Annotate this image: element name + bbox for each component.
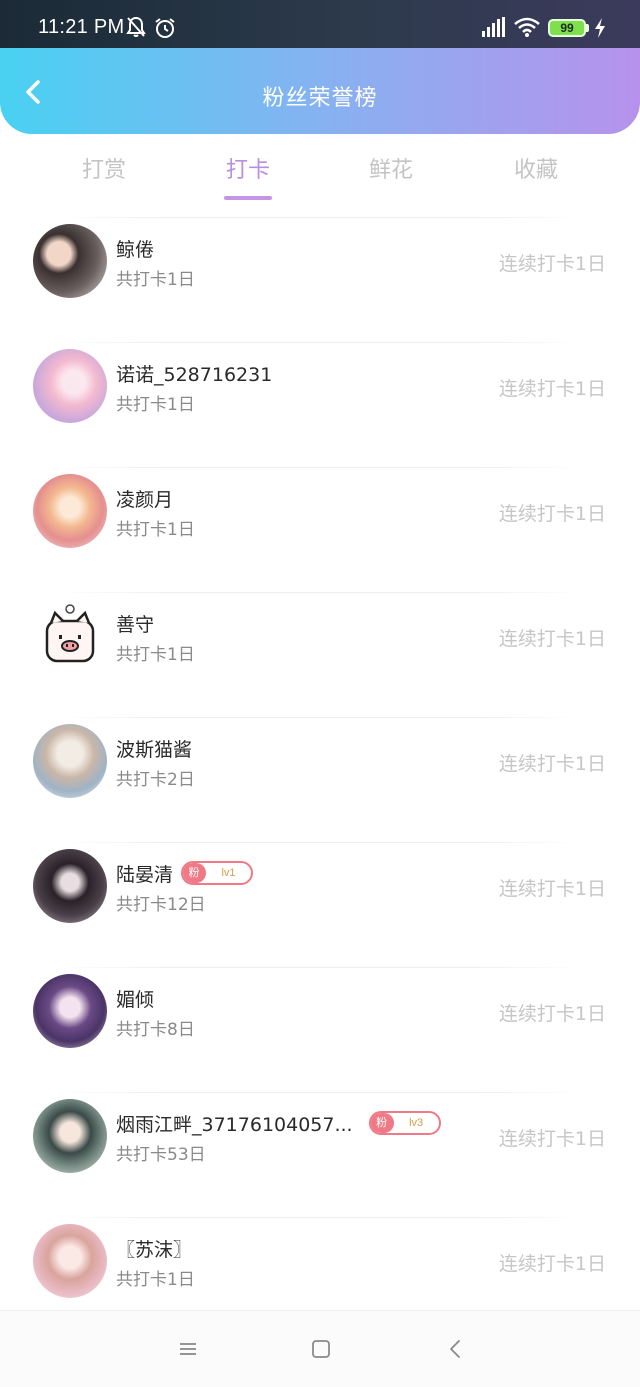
tab-active-indicator <box>224 196 272 200</box>
fan-level-badge: 粉 lv1 <box>181 861 254 885</box>
avatar[interactable] <box>33 349 107 423</box>
home-square-icon[interactable] <box>311 1339 331 1359</box>
tab-reward[interactable]: 打赏 <box>44 152 164 184</box>
avatar[interactable] <box>33 1099 107 1173</box>
tab-favorites[interactable]: 收藏 <box>476 152 596 184</box>
user-name: 善守 <box>116 613 155 636</box>
tab-bar: 打赏 打卡 鲜花 收藏 <box>0 134 640 204</box>
name-line: 媚倾 <box>116 985 154 1011</box>
row-divider <box>60 1092 580 1093</box>
list-item[interactable]: 善守 共打卡1日 连续打卡1日 <box>0 592 640 717</box>
streak-text: 连续打卡1日 <box>498 253 606 275</box>
user-name: 波斯猫酱 <box>116 738 193 761</box>
status-time: 11:21 PM <box>38 16 125 38</box>
user-name: 鲸倦 <box>116 238 155 261</box>
charging-icon <box>595 18 605 38</box>
streak-text: 连续打卡1日 <box>498 503 606 525</box>
wifi-icon <box>514 17 540 37</box>
total-checkins: 共打卡8日 <box>116 1020 195 1040</box>
list-item[interactable]: 诺诺_528716231 共打卡1日 连续打卡1日 <box>0 342 640 467</box>
row-divider <box>60 967 580 968</box>
user-name: 媚倾 <box>116 988 155 1011</box>
fan-level-badge: 粉 lv3 <box>368 1111 441 1135</box>
page-title: 粉丝荣誉榜 <box>262 86 378 111</box>
row-divider <box>60 342 580 343</box>
fan-badge-label: 粉 <box>370 1113 394 1133</box>
avatar[interactable] <box>33 1224 107 1298</box>
total-checkins: 共打卡12日 <box>116 895 206 915</box>
total-checkins: 共打卡53日 <box>116 1145 206 1165</box>
list-item[interactable]: 烟雨江畔_37176104057... 粉 lv3 共打卡53日 连续打卡1日 <box>0 1092 640 1217</box>
user-name: 凌颜月 <box>116 488 174 511</box>
row-divider <box>60 467 580 468</box>
total-checkins: 共打卡1日 <box>116 520 195 540</box>
name-line: 波斯猫酱 <box>116 735 192 761</box>
list-item[interactable]: 波斯猫酱 共打卡2日 连续打卡1日 <box>0 717 640 842</box>
streak-text: 连续打卡1日 <box>498 753 606 775</box>
streak-text: 连续打卡1日 <box>498 1128 606 1150</box>
row-divider <box>60 1217 580 1218</box>
name-line: 善守 <box>116 610 154 636</box>
total-checkins: 共打卡1日 <box>116 270 195 290</box>
battery-icon: 99 <box>548 19 586 37</box>
total-checkins: 共打卡1日 <box>116 645 195 665</box>
name-line: 凌颜月 <box>116 485 173 511</box>
total-checkins: 共打卡1日 <box>116 1270 195 1290</box>
avatar[interactable] <box>33 224 107 298</box>
tab-checkin[interactable]: 打卡 <box>188 152 308 200</box>
avatar[interactable] <box>33 849 107 923</box>
fan-badge-label: 粉 <box>183 863 207 883</box>
name-line: 陆晏清 粉 lv1 <box>116 860 254 886</box>
streak-text: 连续打卡1日 <box>498 628 606 650</box>
row-divider <box>60 592 580 593</box>
bell-off-icon <box>126 16 146 37</box>
battery-tip <box>586 24 589 32</box>
list-item[interactable]: 陆晏清 粉 lv1 共打卡12日 连续打卡1日 <box>0 842 640 967</box>
user-name: 诺诺_528716231 <box>116 363 273 386</box>
row-divider <box>60 217 580 218</box>
fan-checkin-list: 鲸倦 共打卡1日 连续打卡1日 诺诺_528716231 共打卡1日 连续打卡1… <box>0 217 640 1342</box>
row-divider <box>60 717 580 718</box>
header-bar: 粉丝荣誉榜 <box>0 48 640 134</box>
tab-flowers[interactable]: 鲜花 <box>331 152 451 184</box>
row-divider <box>60 842 580 843</box>
menu-icon[interactable] <box>178 1339 198 1359</box>
status-bar: 11:21 PM 99 <box>0 0 640 48</box>
tab-checkin-label: 打卡 <box>225 158 270 183</box>
back-triangle-icon[interactable] <box>446 1339 466 1359</box>
user-name: 陆晏清 <box>116 863 174 886</box>
name-line: 烟雨江畔_37176104057... 粉 lv3 <box>116 1110 441 1136</box>
name-line: 〖苏沫〗 <box>116 1235 192 1261</box>
name-line: 鲸倦 <box>116 235 154 261</box>
avatar[interactable] <box>33 474 107 548</box>
list-item[interactable]: 凌颜月 共打卡1日 连续打卡1日 <box>0 467 640 592</box>
avatar[interactable] <box>33 724 107 798</box>
list-item[interactable]: 媚倾 共打卡8日 连续打卡1日 <box>0 967 640 1092</box>
total-checkins: 共打卡1日 <box>116 395 195 415</box>
user-name: 〖苏沫〗 <box>116 1238 193 1261</box>
system-nav-bar <box>0 1310 640 1387</box>
streak-text: 连续打卡1日 <box>498 1253 606 1275</box>
fan-badge-level: lv1 <box>221 867 236 879</box>
streak-text: 连续打卡1日 <box>498 1003 606 1025</box>
alarm-icon <box>155 18 175 38</box>
user-name: 烟雨江畔_37176104057... <box>116 1113 353 1136</box>
hd-signal-icon <box>482 17 505 37</box>
total-checkins: 共打卡2日 <box>116 770 195 790</box>
streak-text: 连续打卡1日 <box>498 378 606 400</box>
list-item[interactable]: 鲸倦 共打卡1日 连续打卡1日 <box>0 217 640 342</box>
avatar[interactable] <box>33 599 107 673</box>
avatar[interactable] <box>33 974 107 1048</box>
streak-text: 连续打卡1日 <box>498 878 606 900</box>
fan-badge-level: lv3 <box>409 1117 424 1129</box>
name-line: 诺诺_528716231 <box>116 360 272 386</box>
